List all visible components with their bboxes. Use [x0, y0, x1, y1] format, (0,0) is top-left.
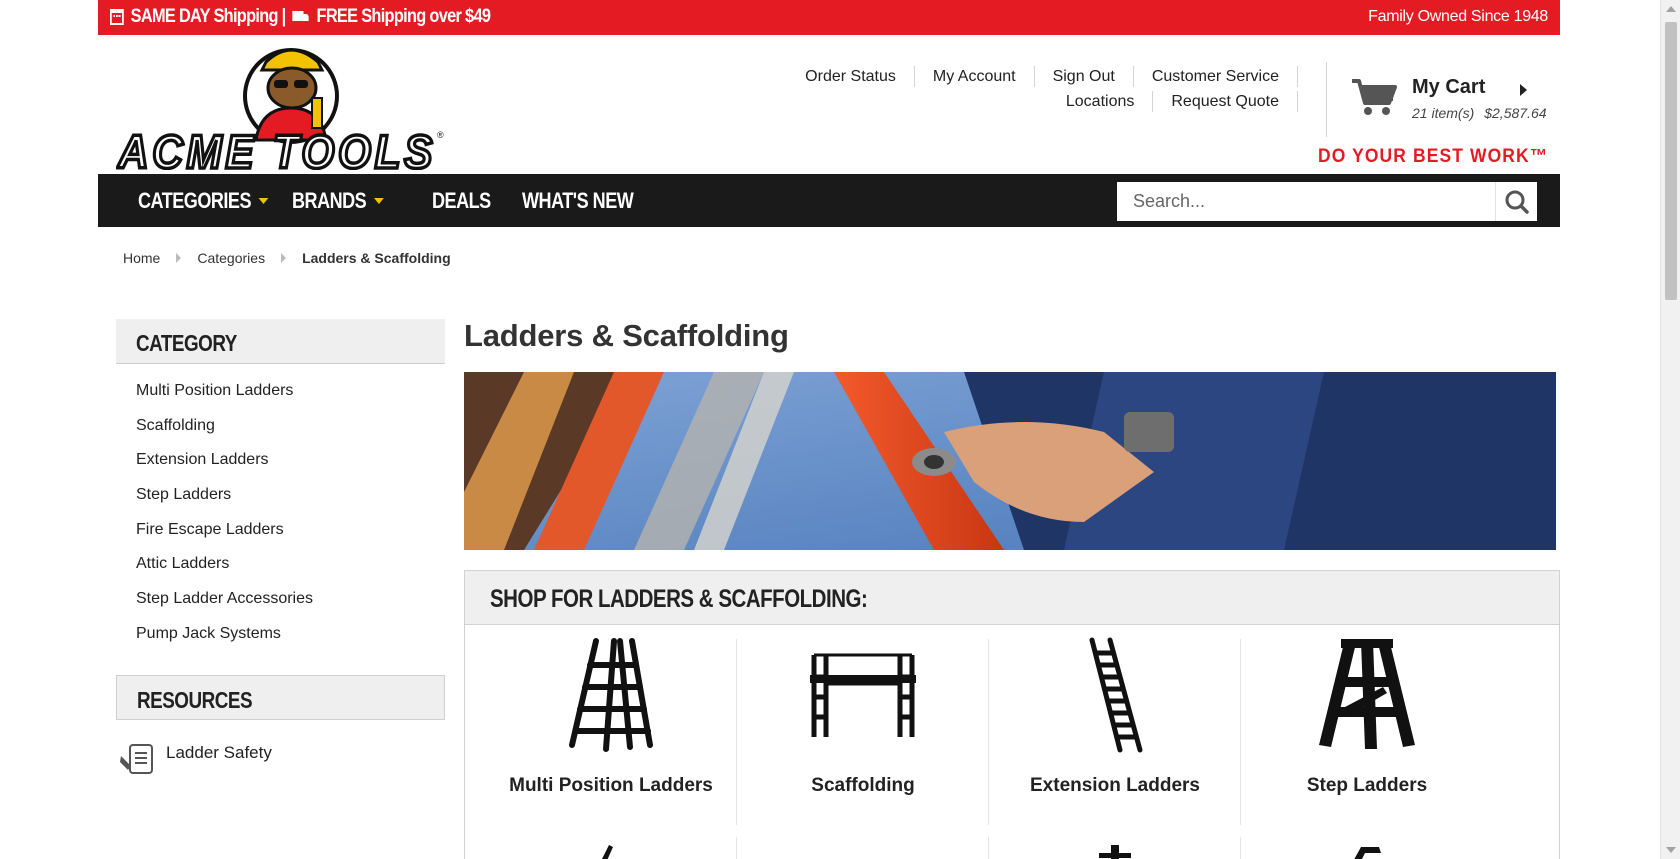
- my-cart[interactable]: My Cart 21 item(s) $2,587.64: [1326, 62, 1560, 137]
- category-link[interactable]: Pump Jack Systems: [136, 624, 313, 659]
- breadcrumb-current: Ladders & Scaffolding: [302, 250, 451, 266]
- category-tiles: Multi Position Ladders Scaffolding Exten…: [465, 625, 1559, 859]
- breadcrumb: Home Categories Ladders & Scaffolding: [123, 250, 451, 266]
- page-wrapper: SAME DAY Shipping | FREE Shipping over $…: [98, 0, 1560, 859]
- document-icon: [120, 744, 153, 774]
- customer-service-link[interactable]: Customer Service: [1134, 66, 1298, 87]
- page-scrollbar[interactable]: [1660, 0, 1680, 859]
- sign-out-link[interactable]: Sign Out: [1035, 66, 1134, 87]
- nav-whats-new[interactable]: WHAT'S NEW: [522, 188, 634, 214]
- chevron-right-icon: [281, 253, 287, 263]
- category-heading: CATEGORY: [116, 319, 445, 364]
- free-shipping-text: FREE Shipping over $49: [316, 6, 491, 27]
- chevron-down-icon: [258, 198, 269, 204]
- ladder-safety-link[interactable]: Ladder Safety: [166, 743, 272, 763]
- tile-label[interactable]: Multi Position Ladders: [485, 775, 737, 797]
- resources-heading: RESOURCES: [116, 675, 445, 720]
- tile-row-2: [465, 837, 1559, 859]
- tagline: DO YOUR BEST WORK™: [1317, 146, 1548, 167]
- scaffolding-icon: [810, 653, 916, 737]
- cart-caret-icon[interactable]: [1520, 84, 1527, 96]
- order-status-link[interactable]: Order Status: [787, 66, 915, 87]
- promo-bar: SAME DAY Shipping | FREE Shipping over $…: [98, 0, 1560, 35]
- shipping-promo[interactable]: SAME DAY Shipping | FREE Shipping over $…: [110, 6, 491, 28]
- my-account-link[interactable]: My Account: [915, 66, 1035, 87]
- nav-brands[interactable]: BRANDS: [292, 188, 384, 214]
- category-link[interactable]: Scaffolding: [136, 416, 313, 451]
- acme-tools-logo[interactable]: ACME TOOLS ®: [116, 40, 466, 170]
- category-list: Multi Position Ladders Scaffolding Exten…: [136, 381, 313, 659]
- tile-step-ladders[interactable]: Step Ladders: [1240, 625, 1493, 825]
- tile-multi-position-ladders[interactable]: Multi Position Ladders: [485, 625, 737, 825]
- scrollbar-thumb[interactable]: [1665, 22, 1677, 300]
- breadcrumb-categories[interactable]: Categories: [197, 250, 265, 266]
- shop-heading: SHOP FOR LADDERS & SCAFFOLDING:: [465, 571, 1559, 625]
- calendar-icon: [110, 9, 124, 25]
- same-day-shipping-text: SAME DAY Shipping |: [130, 6, 287, 27]
- logo-wordmark: ACME TOOLS: [117, 125, 436, 170]
- utility-links: Order Status My Account Sign Out Custome…: [787, 66, 1298, 116]
- tile-extension-ladders[interactable]: Extension Ladders: [988, 625, 1241, 825]
- resources-heading-label: RESOURCES: [137, 687, 253, 713]
- category-link[interactable]: Extension Ladders: [136, 450, 313, 485]
- shopping-cart-icon: [1352, 79, 1397, 115]
- cart-item-count: 21 item(s): [1412, 105, 1475, 121]
- cart-summary: 21 item(s) $2,587.64: [1412, 105, 1547, 121]
- svg-text:®: ®: [437, 130, 444, 140]
- shop-section: SHOP FOR LADDERS & SCAFFOLDING: Multi Po…: [464, 570, 1560, 859]
- tile-scaffolding[interactable]: Scaffolding: [736, 625, 989, 825]
- ladder-safety-resource[interactable]: Ladder Safety: [118, 742, 272, 778]
- cart-title[interactable]: My Cart: [1412, 76, 1485, 99]
- category-link[interactable]: Fire Escape Ladders: [136, 520, 313, 555]
- step-ladder-icon: [1319, 639, 1415, 749]
- nav-deals[interactable]: DEALS: [432, 188, 491, 214]
- partial-tile-icon: [1354, 847, 1381, 859]
- category-heading-label: CATEGORY: [136, 330, 237, 356]
- tile-label[interactable]: Scaffolding: [737, 775, 989, 797]
- hero-banner-image: [464, 372, 1556, 550]
- cart-total: $2,587.64: [1484, 105, 1547, 121]
- nav-categories-label: CATEGORIES: [138, 188, 252, 213]
- locations-link[interactable]: Locations: [1048, 91, 1154, 112]
- search-button[interactable]: [1495, 182, 1537, 221]
- multi-position-ladder-icon: [569, 638, 653, 752]
- request-quote-link[interactable]: Request Quote: [1153, 91, 1298, 112]
- search-input[interactable]: [1117, 182, 1495, 221]
- scroll-down-arrow-icon[interactable]: [1666, 847, 1676, 853]
- tile-label[interactable]: Step Ladders: [1241, 775, 1493, 797]
- page-title: Ladders & Scaffolding: [464, 318, 789, 353]
- nav-categories[interactable]: CATEGORIES: [138, 188, 269, 214]
- extension-ladder-icon: [1089, 637, 1143, 753]
- category-link[interactable]: Step Ladders: [136, 485, 313, 520]
- category-link[interactable]: Step Ladder Accessories: [136, 589, 313, 624]
- search-icon: [1505, 190, 1529, 214]
- truck-icon: [292, 10, 309, 24]
- partial-tile-icon: [602, 845, 613, 859]
- scroll-up-arrow-icon[interactable]: [1666, 6, 1676, 12]
- main-nav: CATEGORIES BRANDS DEALS WHAT'S NEW: [98, 174, 1560, 227]
- partial-tile-icon: [1099, 845, 1131, 859]
- search-box: [1117, 182, 1537, 221]
- family-owned-text: Family Owned Since 1948: [1368, 8, 1548, 25]
- category-link[interactable]: Attic Ladders: [136, 554, 313, 589]
- chevron-right-icon: [176, 253, 182, 263]
- nav-brands-label: BRANDS: [292, 188, 367, 213]
- tile-label[interactable]: Extension Ladders: [989, 775, 1241, 797]
- breadcrumb-home[interactable]: Home: [123, 250, 160, 266]
- chevron-down-icon: [373, 198, 384, 204]
- shop-heading-label: SHOP FOR LADDERS & SCAFFOLDING:: [490, 585, 868, 613]
- category-link[interactable]: Multi Position Ladders: [136, 381, 313, 416]
